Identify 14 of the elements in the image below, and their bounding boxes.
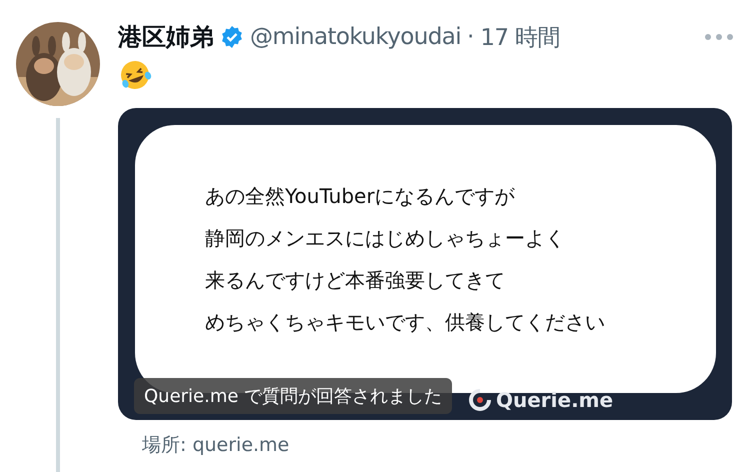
laughing-face-icon [118,58,152,92]
image-caption: Querie.me で質問が回答されました [134,378,452,414]
question-text: めちゃくちゃキモいです、供養してください [205,308,606,336]
post-time[interactable]: 17 時間 [480,22,560,52]
question-text: あの全然YouTuberになるんですが [205,182,516,210]
logo-text: Querie.me [496,388,614,412]
separator: · [467,24,474,50]
location-text[interactable]: 場所: querie.me [118,432,732,458]
author-name[interactable]: 港区姉弟 [118,21,214,53]
question-text: 来るんですけど本番強要してきて [205,266,506,294]
logo-icon [468,388,492,412]
author-handle[interactable]: @minatokukyoudai [250,24,461,50]
more-icon[interactable] [704,33,734,41]
question-text: 静岡のメンエスにはじめしゃちょーよく [205,224,566,252]
